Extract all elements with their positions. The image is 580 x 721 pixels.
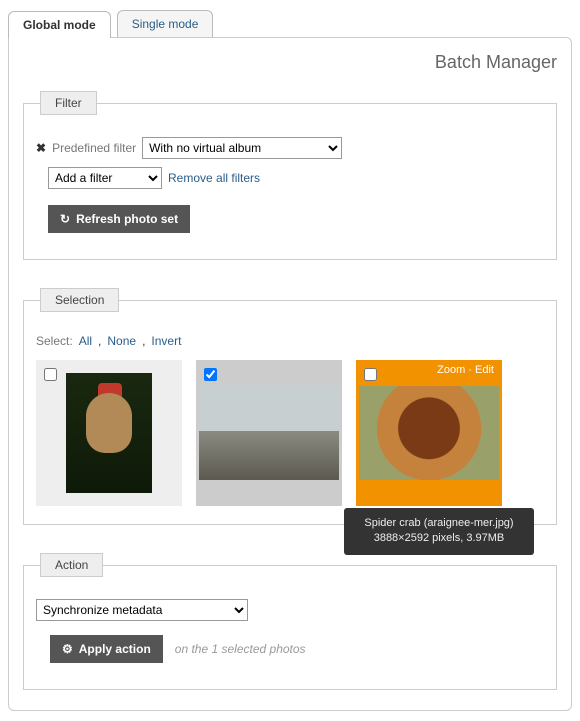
thumbnail-checkbox[interactable]: [364, 368, 377, 381]
thumbnail-image: [199, 386, 339, 480]
thumbnail-image: [359, 386, 499, 480]
thumbnail-tooltip: Spider crab (araignee-mer.jpg) 3888×2592…: [344, 508, 534, 555]
thumbnail-edit-link[interactable]: Edit: [475, 364, 494, 376]
filter-legend: Filter: [40, 91, 97, 115]
thumbnail-checkbox[interactable]: [44, 368, 57, 381]
tab-single-mode[interactable]: Single mode: [117, 10, 214, 37]
thumbnail-actions: Zoom · Edit: [437, 364, 494, 376]
mode-tabs: Global mode Single mode: [8, 10, 572, 37]
refresh-icon: ↻: [60, 212, 70, 226]
tooltip-title: Spider crab (araignee-mer.jpg): [348, 516, 530, 531]
filter-fieldset: Filter ✖ Predefined filter With no virtu…: [23, 91, 557, 260]
predefined-filter-label: Predefined filter: [52, 141, 136, 155]
tab-global-mode[interactable]: Global mode: [8, 11, 111, 38]
gear-icon: ⚙: [62, 642, 73, 656]
refresh-photo-set-button[interactable]: ↻ Refresh photo set: [48, 205, 190, 233]
apply-action-note: on the 1 selected photos: [175, 642, 306, 656]
selection-fieldset: Selection Select: All, None, Invert: [23, 288, 557, 525]
thumbnail-grid: Zoom · Edit Spider crab (araignee-mer.jp…: [36, 360, 544, 506]
remove-all-filters-link[interactable]: Remove all filters: [168, 171, 260, 185]
thumbnail-item[interactable]: Zoom · Edit Spider crab (araignee-mer.jp…: [356, 360, 502, 506]
refresh-button-label: Refresh photo set: [76, 212, 178, 226]
predefined-filter-select[interactable]: With no virtual album: [142, 137, 342, 159]
action-select[interactable]: Synchronize metadata: [36, 599, 248, 621]
page-title: Batch Manager: [23, 52, 557, 73]
action-fieldset: Action Synchronize metadata ⚙ Apply acti…: [23, 553, 557, 690]
remove-filter-icon[interactable]: ✖: [36, 141, 46, 155]
apply-action-label: Apply action: [79, 642, 151, 656]
thumbnail-checkbox[interactable]: [204, 368, 217, 381]
select-invert-link[interactable]: Invert: [151, 334, 181, 348]
thumbnail-item[interactable]: [196, 360, 342, 506]
select-label: Select:: [36, 334, 73, 348]
select-none-link[interactable]: None: [107, 334, 136, 348]
action-legend: Action: [40, 553, 103, 577]
thumbnail-item[interactable]: [36, 360, 182, 506]
selection-legend: Selection: [40, 288, 119, 312]
tooltip-meta: 3888×2592 pixels, 3.97MB: [348, 531, 530, 546]
thumbnail-zoom-link[interactable]: Zoom: [437, 364, 465, 376]
add-filter-select[interactable]: Add a filter: [48, 167, 162, 189]
apply-action-button[interactable]: ⚙ Apply action: [50, 635, 163, 663]
thumbnail-image: [66, 373, 152, 493]
select-all-link[interactable]: All: [79, 334, 92, 348]
